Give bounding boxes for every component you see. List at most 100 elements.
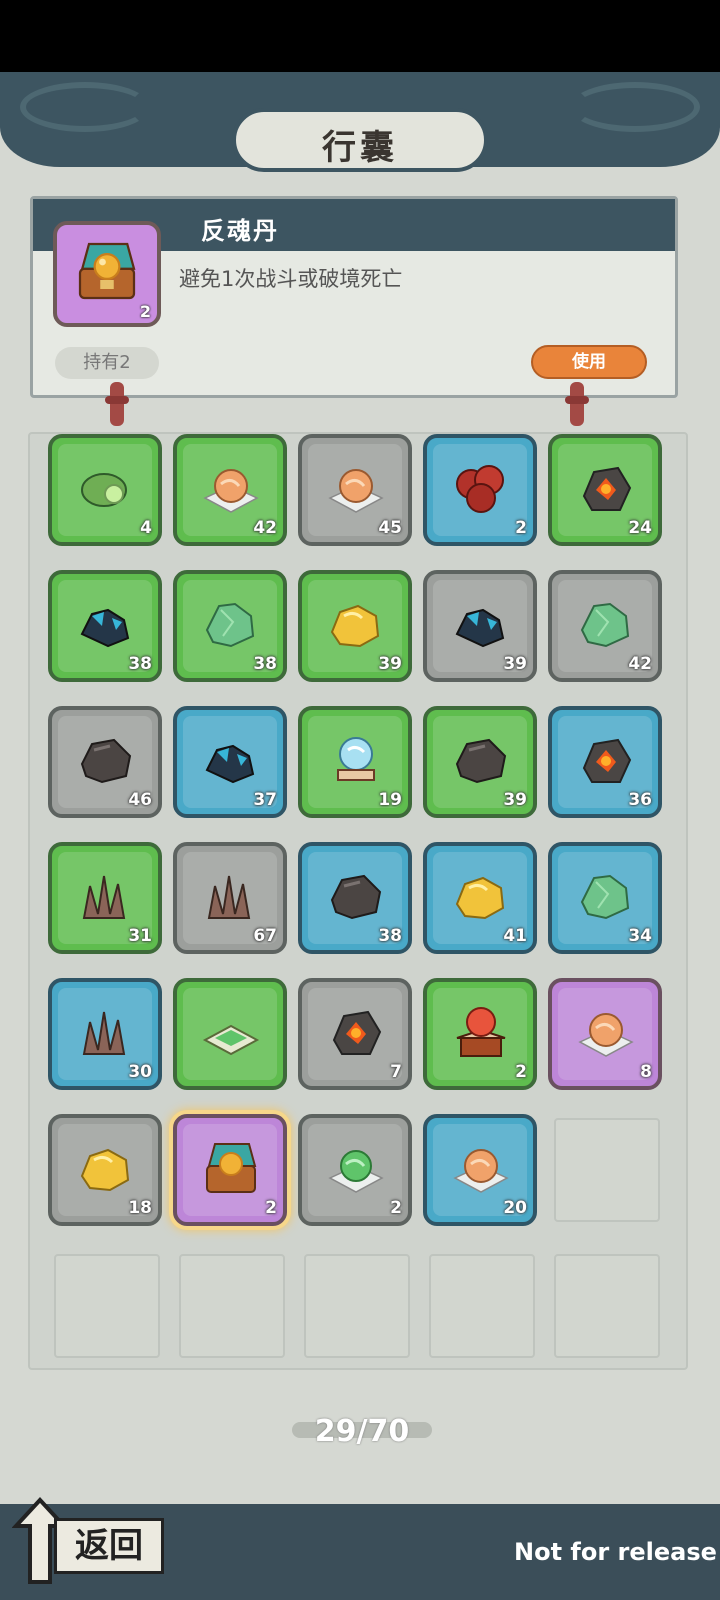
inventory-slot[interactable]: 2 <box>173 1114 287 1226</box>
slot-count: 45 <box>378 518 402 538</box>
inventory-slot[interactable]: 67 <box>173 842 287 954</box>
empty-slot[interactable] <box>304 1254 410 1358</box>
inventory-slot[interactable] <box>173 978 287 1090</box>
inventory-slot[interactable]: 38 <box>48 570 162 682</box>
slot-count: 37 <box>253 790 277 810</box>
capacity-text: 29/70 <box>314 1414 410 1449</box>
inventory-slot[interactable]: 36 <box>548 706 662 818</box>
item-name: 反魂丹 <box>201 217 279 245</box>
slot-count: 18 <box>128 1198 152 1218</box>
status-bar <box>0 0 720 72</box>
inventory-grid: 4 42 45 2 24 38 38 39 39 42 46 37 19 39 36 31 67 38 41 34 30… <box>28 432 688 1370</box>
empty-slot[interactable] <box>554 1118 660 1222</box>
red-slices-icon <box>456 465 504 513</box>
inventory-slot[interactable]: 39 <box>423 706 537 818</box>
magma-rock-icon <box>582 466 632 511</box>
slot-count: 42 <box>253 518 277 538</box>
inventory-slot[interactable]: 24 <box>548 434 662 546</box>
slot-count: 20 <box>503 1198 527 1218</box>
inventory-slot[interactable]: 20 <box>423 1114 537 1226</box>
inventory-slot[interactable]: 31 <box>48 842 162 954</box>
slot-count: 42 <box>628 654 652 674</box>
slot-count: 30 <box>128 1062 152 1082</box>
slot-count: 4 <box>140 518 152 538</box>
inventory-slot[interactable]: 4 <box>48 434 162 546</box>
inventory-slot[interactable]: 18 <box>48 1114 162 1226</box>
inventory-slot[interactable]: 2 <box>423 978 537 1090</box>
slot-count: 67 <box>253 926 277 946</box>
dark-stone-icon <box>455 738 507 784</box>
green-pill-icon <box>328 1150 384 1193</box>
inventory-slot[interactable]: 39 <box>423 570 537 682</box>
brown-crystal-icon <box>82 1011 126 1055</box>
treasure-chest-orb-icon <box>206 1143 257 1193</box>
inventory-slot[interactable]: 37 <box>173 706 287 818</box>
crystal-ball-icon <box>337 737 375 781</box>
inventory-slot[interactable]: 30 <box>48 978 162 1090</box>
hanging-hook <box>105 382 129 426</box>
inventory-slot[interactable]: 2 <box>298 1114 412 1226</box>
page-title: 行囊 <box>322 128 398 168</box>
orange-pill-icon <box>203 469 259 513</box>
slot-count: 46 <box>128 790 152 810</box>
watermark: Not for release <box>514 1538 717 1566</box>
hanging-hook <box>565 382 589 426</box>
item-detail-panel: 反魂丹 避免1次战斗或破境死亡 2 持有2 使用 <box>30 196 678 398</box>
treasure-chest-orb-icon <box>78 242 136 300</box>
owned-count: 持有2 <box>55 347 159 379</box>
green-crystal-icon <box>580 602 630 648</box>
inventory-slot[interactable]: 8 <box>548 978 662 1090</box>
leaf-dew-icon <box>81 473 127 507</box>
item-description: 避免1次战斗或破境死亡 <box>179 267 403 291</box>
slot-count: 2 <box>390 1198 402 1218</box>
inventory-slot[interactable]: 34 <box>548 842 662 954</box>
slot-count: 2 <box>515 518 527 538</box>
inventory-slot[interactable]: 2 <box>423 434 537 546</box>
green-crystal-icon <box>580 874 630 920</box>
gold-nugget-icon <box>455 876 505 920</box>
gold-nugget-icon <box>80 1148 130 1192</box>
slot-count: 7 <box>390 1062 402 1082</box>
back-label: 返回 <box>54 1518 164 1574</box>
slot-count: 39 <box>503 654 527 674</box>
slot-count: 38 <box>128 654 152 674</box>
slot-count: 38 <box>378 926 402 946</box>
orange-pill-icon <box>328 469 384 513</box>
inventory-slot[interactable]: 42 <box>548 570 662 682</box>
slot-count: 8 <box>640 1062 652 1082</box>
inventory-slot[interactable]: 7 <box>298 978 412 1090</box>
inventory-slot[interactable]: 38 <box>173 570 287 682</box>
inventory-slot[interactable]: 39 <box>298 570 412 682</box>
inventory-slot[interactable]: 45 <box>298 434 412 546</box>
green-crystal-icon <box>205 602 255 648</box>
dark-stone-icon <box>330 874 382 920</box>
green-powder-icon <box>202 1024 260 1056</box>
blue-ore-icon <box>205 744 255 784</box>
slot-count: 34 <box>628 926 652 946</box>
brown-crystal-icon <box>82 875 126 919</box>
inventory-slot[interactable]: 38 <box>298 842 412 954</box>
blue-ore-icon <box>80 608 130 648</box>
inventory-slot[interactable]: 41 <box>423 842 537 954</box>
back-button[interactable]: 返回 <box>12 1496 164 1586</box>
inventory-slot[interactable]: 42 <box>173 434 287 546</box>
inventory-slot[interactable]: 19 <box>298 706 412 818</box>
slot-count: 31 <box>128 926 152 946</box>
magma-rock-icon <box>332 1010 382 1055</box>
item-preview: 2 <box>53 221 161 327</box>
blue-ore-icon <box>455 608 505 648</box>
slot-count: 2 <box>265 1198 277 1218</box>
orange-pill-icon <box>578 1013 634 1057</box>
empty-slot[interactable] <box>429 1254 535 1358</box>
item-count: 2 <box>139 302 151 321</box>
empty-slot[interactable] <box>554 1254 660 1358</box>
magma-rock-icon <box>582 738 632 783</box>
slot-count: 19 <box>378 790 402 810</box>
slot-count: 39 <box>378 654 402 674</box>
empty-slot[interactable] <box>179 1254 285 1358</box>
inventory-slot[interactable]: 46 <box>48 706 162 818</box>
slot-count: 24 <box>628 518 652 538</box>
slot-count: 41 <box>503 926 527 946</box>
empty-slot[interactable] <box>54 1254 160 1358</box>
use-button[interactable]: 使用 <box>531 345 647 379</box>
